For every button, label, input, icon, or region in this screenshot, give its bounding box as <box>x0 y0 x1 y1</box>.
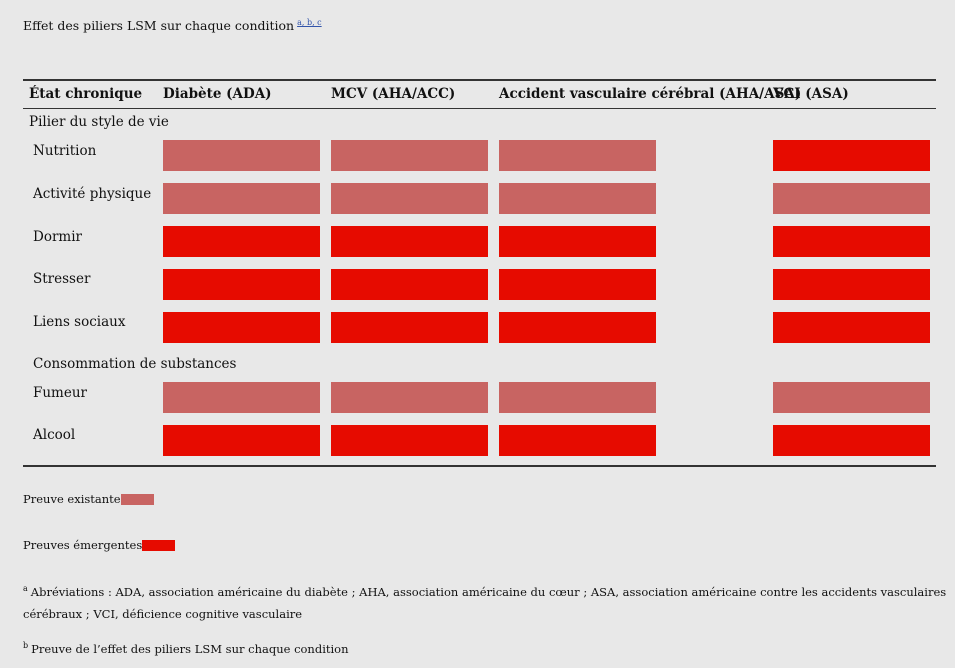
header-condition: État chronique <box>29 86 143 102</box>
footnote-a-text: Abréviations : ADA, association américai… <box>23 584 947 621</box>
table-top-rule <box>23 79 936 81</box>
evidence-cell-cvd-emerging <box>331 226 488 257</box>
legend-emerging: Preuves émergentes <box>23 538 176 552</box>
evidence-cell-cvd-emerging <box>331 269 488 300</box>
header-vci: VCI (ASA) <box>773 86 849 102</box>
legend-existing-swatch <box>120 493 154 505</box>
legend-existing-label: Preuve existante <box>23 492 121 506</box>
caption-footnote-links[interactable]: a, b, c <box>297 18 322 27</box>
evidence-cell-stroke-existing <box>499 382 656 413</box>
evidence-cell-stroke-existing <box>499 140 656 171</box>
evidence-cell-stroke-emerging <box>499 226 656 257</box>
footnote-a-mark: a <box>23 584 28 593</box>
row-label-nutrition: Nutrition <box>33 143 97 159</box>
table-header-rule <box>23 108 936 109</box>
evidence-cell-diabetes-existing <box>163 183 320 214</box>
evidence-cell-vci-emerging <box>773 312 930 343</box>
evidence-cell-stroke-existing <box>499 183 656 214</box>
caption-text: Effet des piliers LSM sur chaque conditi… <box>23 18 295 34</box>
evidence-cell-cvd-existing <box>331 382 488 413</box>
footnote-b-text: Preuve de l’effet des piliers LSM sur ch… <box>31 641 349 656</box>
row-label-alcohol: Alcool <box>33 427 76 443</box>
evidence-cell-cvd-existing <box>331 140 488 171</box>
legend-existing: Preuve existante <box>23 492 154 506</box>
row-label-physical-activity: Activité physique <box>33 186 152 202</box>
row-label-smoking: Fumeur <box>33 385 87 401</box>
evidence-cell-cvd-existing <box>331 183 488 214</box>
header-diabetes: Diabète (ADA) <box>163 86 272 102</box>
row-label-stress: Stresser <box>33 271 91 287</box>
evidence-cell-diabetes-emerging <box>163 312 320 343</box>
table-bottom-rule <box>23 465 936 467</box>
footnote-a: a Abréviations : ADA, association américa… <box>23 578 955 625</box>
evidence-cell-cvd-emerging <box>331 312 488 343</box>
evidence-cell-stroke-emerging <box>499 312 656 343</box>
evidence-cell-vci-emerging <box>773 269 930 300</box>
evidence-cell-vci-existing <box>773 183 930 214</box>
evidence-cell-stroke-emerging <box>499 425 656 456</box>
section-substances: Consommation de substances <box>33 356 237 372</box>
evidence-cell-diabetes-existing <box>163 140 320 171</box>
section-lifestyle: Pilier du style de vie <box>29 114 169 130</box>
evidence-cell-diabetes-emerging <box>163 425 320 456</box>
evidence-cell-vci-emerging <box>773 140 930 171</box>
header-cvd: MCV (AHA/ACC) <box>331 86 456 102</box>
footnote-b: b Preuve de l’effet des piliers LSM sur c… <box>23 635 955 660</box>
footnote-b-mark: b <box>23 641 29 650</box>
evidence-cell-diabetes-emerging <box>163 269 320 300</box>
evidence-cell-vci-emerging <box>773 425 930 456</box>
evidence-cell-vci-existing <box>773 382 930 413</box>
table-caption: Effet des piliers LSM sur chaque conditi… <box>23 18 322 33</box>
evidence-cell-vci-emerging <box>773 226 930 257</box>
evidence-cell-stroke-emerging <box>499 269 656 300</box>
row-label-social: Liens sociaux <box>33 314 126 330</box>
evidence-cell-diabetes-emerging <box>163 226 320 257</box>
evidence-cell-diabetes-existing <box>163 382 320 413</box>
row-label-sleep: Dormir <box>33 229 82 245</box>
evidence-cell-cvd-emerging <box>331 425 488 456</box>
legend-emerging-label: Preuves émergentes <box>23 538 143 552</box>
legend-emerging-swatch <box>142 539 176 551</box>
header-stroke: Accident vasculaire cérébral (AHA/ASA) <box>499 86 802 102</box>
